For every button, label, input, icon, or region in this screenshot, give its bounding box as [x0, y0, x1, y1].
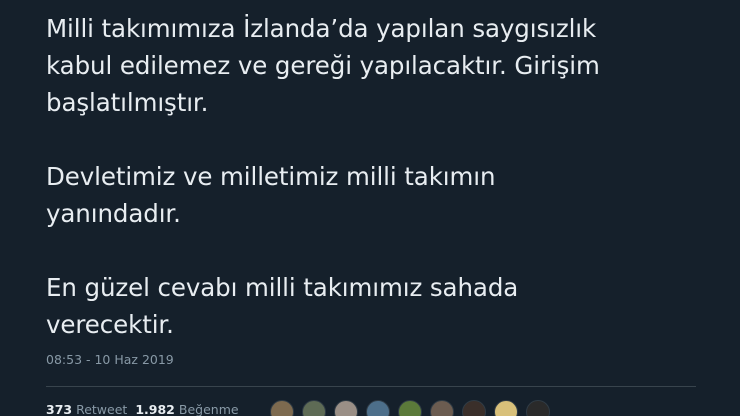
tweet-card: Milli takımımıza İzlanda’da yapılan sayg… — [0, 0, 740, 416]
avatar[interactable] — [526, 400, 550, 416]
liker-avatars — [270, 400, 550, 416]
tweet-line: başlatılmıştır. — [46, 88, 209, 117]
avatar[interactable] — [366, 400, 390, 416]
tweet-line: Milli takımımıza İzlanda’da yapılan sayg… — [46, 14, 597, 43]
avatar[interactable] — [462, 400, 486, 416]
tweet-line: Devletimiz ve milletimiz milli takımın — [46, 162, 496, 191]
tweet-line: En güzel cevabı milli takımımız sahada — [46, 273, 519, 302]
tweet-line: yanındadır. — [46, 199, 181, 228]
tweet-line: kabul edilemez ve gereği yapılacaktır. G… — [46, 51, 600, 80]
tweet-line: verecektir. — [46, 310, 174, 339]
retweets-count: 373 — [46, 402, 73, 416]
avatar[interactable] — [494, 400, 518, 416]
likes-count: 1.982 — [135, 402, 175, 416]
avatar[interactable] — [430, 400, 454, 416]
tweet-stats: 373 Retweet 1.982 Beğenme — [46, 402, 239, 416]
retweets-stat[interactable]: 373 Retweet — [46, 402, 127, 416]
tweet-paragraph-3: En güzel cevabı milli takımımız sahada v… — [46, 269, 726, 343]
tweet-paragraph-1: Milli takımımıza İzlanda’da yapılan sayg… — [46, 10, 726, 121]
tweet-paragraph-2: Devletimiz ve milletimiz milli takımın y… — [46, 158, 726, 232]
tweet-timestamp[interactable]: 08:53 - 10 Haz 2019 — [46, 352, 174, 367]
retweets-label: Retweet — [76, 402, 128, 416]
avatar[interactable] — [398, 400, 422, 416]
avatar[interactable] — [302, 400, 326, 416]
likes-label: Beğenme — [178, 402, 239, 416]
divider — [46, 386, 696, 387]
avatar[interactable] — [334, 400, 358, 416]
tweet-text: Milli takımımıza İzlanda’da yapılan sayg… — [46, 10, 726, 343]
likes-stat[interactable]: 1.982 Beğenme — [135, 402, 238, 416]
avatar[interactable] — [270, 400, 294, 416]
